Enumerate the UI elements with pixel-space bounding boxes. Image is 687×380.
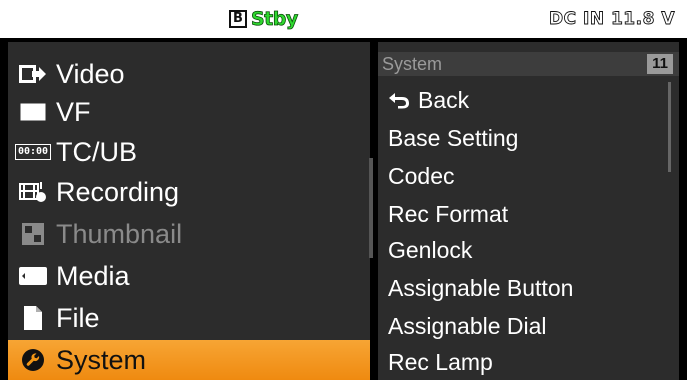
menu-item-media[interactable]: Media [8, 256, 370, 296]
submenu-item-rec-lamp[interactable]: Rec Lamp [388, 344, 493, 380]
submenu-header: System 11 [378, 52, 679, 76]
submenu-item-label: Assignable Dial [388, 312, 547, 339]
submenu-item-label: Codec [388, 162, 455, 189]
submenu-item-assignable-button[interactable]: Assignable Button [388, 270, 573, 306]
menu-item-file[interactable]: File [8, 298, 370, 338]
submenu-item-label: Rec Lamp [388, 348, 493, 375]
menu-item-system[interactable]: System [8, 340, 370, 380]
back-arrow-icon [388, 91, 410, 109]
menu-item-label: Media [56, 260, 130, 291]
submenu-panel: System 11 Back Base Setting Codec Rec Fo… [378, 42, 679, 380]
wrench-icon [18, 347, 48, 373]
menu-item-label: Thumbnail [56, 218, 183, 249]
thumbnail-icon [18, 221, 48, 247]
menu-item-recording[interactable]: Recording [8, 172, 370, 212]
menu-item-label: TC/UB [56, 136, 137, 167]
menu-item-vf[interactable]: VF [8, 92, 370, 132]
menu-panel: Video VF 00:00 TC/UB Recording Thumbnail… [0, 38, 687, 380]
submenu-item-label: Back [418, 86, 470, 113]
standby-status: Stby [251, 8, 299, 31]
media-slot-indicator: B [229, 10, 247, 28]
submenu-item-label: Assignable Button [388, 274, 574, 301]
menu-item-label: Recording [56, 176, 180, 207]
video-output-icon [18, 61, 48, 87]
submenu-item-base-setting[interactable]: Base Setting [388, 120, 518, 156]
media-icon [18, 263, 48, 289]
recording-icon [18, 179, 48, 205]
page-number-badge: 11 [647, 54, 673, 74]
file-icon [18, 305, 48, 331]
menu-item-label: File [56, 302, 100, 333]
submenu-item-rec-format[interactable]: Rec Format [388, 196, 508, 232]
submenu-item-genlock[interactable]: Genlock [388, 232, 472, 268]
main-menu-scrollbar[interactable] [369, 158, 373, 258]
submenu-item-codec[interactable]: Codec [388, 158, 454, 194]
menu-item-label: System [56, 344, 147, 375]
power-indicator: DC IN 11.8 V [549, 9, 675, 30]
menu-item-label: VF [56, 96, 91, 127]
viewfinder-icon [18, 99, 48, 125]
submenu-title: System [382, 54, 443, 74]
submenu-item-back[interactable]: Back [388, 82, 469, 118]
menu-item-label: Video [56, 58, 125, 89]
menu-item-tc-ub[interactable]: 00:00 TC/UB [8, 132, 370, 172]
submenu-item-label: Genlock [388, 236, 473, 263]
submenu-item-label: Base Setting [388, 124, 519, 151]
menu-item-video[interactable]: Video [8, 54, 370, 94]
record-status: B Stby [229, 8, 299, 31]
status-bar: B Stby DC IN 11.8 V [0, 0, 687, 38]
timecode-icon: 00:00 [14, 139, 52, 165]
main-menu: Video VF 00:00 TC/UB Recording Thumbnail… [8, 42, 370, 380]
submenu-scrollbar[interactable] [668, 82, 671, 172]
submenu-item-assignable-dial[interactable]: Assignable Dial [388, 308, 547, 344]
submenu-item-label: Rec Format [388, 200, 509, 227]
menu-item-thumbnail[interactable]: Thumbnail [8, 214, 370, 254]
